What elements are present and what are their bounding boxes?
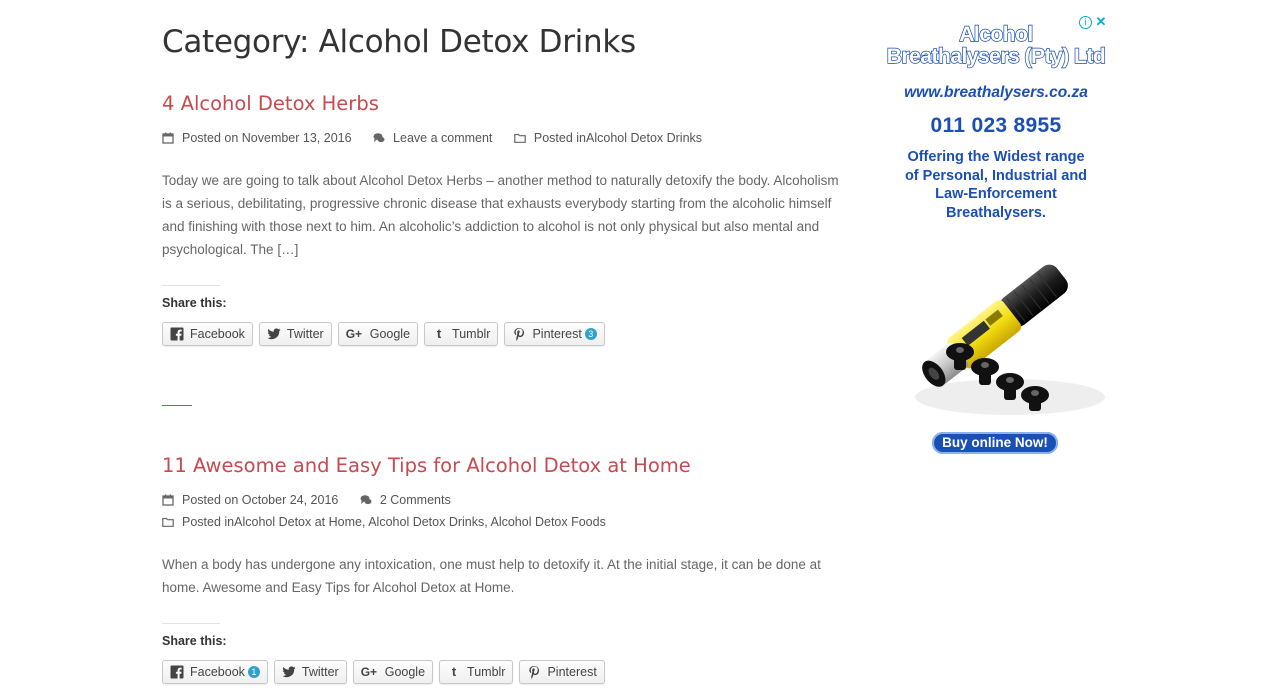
share-section: Share this: Facebook Twitter G+ Google t…: [162, 285, 852, 346]
posted-in-label: Posted in: [533, 131, 587, 145]
share-buttons: Facebook Twitter G+ Google t Tumblr Pint…: [162, 322, 852, 346]
google-plus-icon: G+: [360, 665, 378, 679]
comments-icon: [360, 494, 372, 506]
post-meta: Posted on October 24, 2016 2 Comments: [162, 489, 852, 511]
share-tumblr-button[interactable]: t Tumblr: [424, 322, 499, 346]
share-twitter-button[interactable]: Twitter: [258, 322, 332, 346]
post-date-link[interactable]: Posted on November 13, 2016: [182, 127, 352, 149]
facebook-label: Facebook: [190, 665, 245, 679]
share-twitter-button[interactable]: Twitter: [273, 660, 347, 684]
ad-brand-line: Alcohol: [959, 23, 1034, 46]
ad-buy-now-button[interactable]: Buy online Now!: [932, 432, 1058, 454]
share-google-button[interactable]: G+ Google: [352, 660, 434, 684]
post-title-link[interactable]: 11 Awesome and Easy Tips for Alcohol Det…: [162, 454, 852, 477]
post-date: Posted on November 13, 2016: [162, 127, 352, 149]
google-label: Google: [384, 665, 426, 679]
post-date-link[interactable]: Posted on October 24, 2016: [182, 489, 338, 511]
pinterest-label: Pinterest: [547, 665, 597, 679]
twitter-icon: [282, 665, 296, 679]
ad-url: www.breathalysers.co.za: [904, 84, 1088, 101]
facebook-icon: [170, 665, 184, 679]
sidebar-ad[interactable]: i ✕ Alcohol Breathalysers (Pty) Ltd www.…: [880, 12, 1112, 458]
share-facebook-button[interactable]: Facebook: [162, 322, 253, 346]
post-categories: Posted in Alcohol Detox Drinks: [514, 127, 702, 149]
share-buttons: Facebook 1 Twitter G+ Google t Tumblr Pi…: [162, 660, 852, 684]
share-pinterest-button[interactable]: Pinterest: [519, 660, 605, 684]
leave-comment-link[interactable]: Leave a comment: [393, 127, 492, 149]
share-tumblr-button[interactable]: t Tumblr: [439, 660, 514, 684]
post-excerpt: When a body has undergone any intoxicati…: [162, 557, 821, 595]
post-comments: 2 Comments: [360, 489, 451, 511]
tumblr-label: Tumblr: [452, 327, 491, 341]
post-divider: [162, 405, 192, 406]
pinterest-label: Pinterest: [532, 327, 582, 341]
ad-offer-line: of Personal, Industrial and: [904, 167, 1088, 184]
breathalyser-product-image: [915, 264, 1105, 415]
page-title: Category: Alcohol Detox Drinks: [162, 24, 636, 60]
ad-offer-line: Breathalysers.: [946, 204, 1046, 221]
twitter-label: Twitter: [286, 327, 324, 341]
post-excerpt: Today we are going to talk about Alcohol…: [162, 173, 839, 257]
post: 4 Alcohol Detox Herbs Posted on November…: [162, 92, 852, 346]
share-pinterest-button[interactable]: Pinterest 3: [504, 322, 605, 346]
ad-offer: Offering the Widest range of Personal, I…: [880, 148, 1112, 222]
share-rule: [162, 285, 220, 286]
share-rule: [162, 623, 220, 624]
tumblr-label: Tumblr: [467, 665, 506, 679]
calendar-icon: [162, 132, 174, 144]
twitter-label: Twitter: [301, 665, 339, 679]
tumblr-icon: t: [451, 664, 457, 679]
post-meta-categories: Posted in Alcohol Detox at Home, Alcohol…: [162, 511, 852, 533]
ad-brand-line: Breathalysers (Pty) Ltd: [886, 45, 1106, 68]
comments-icon: [373, 132, 385, 144]
ad-phone: 011 023 8955: [930, 114, 1062, 137]
google-plus-icon: G+: [345, 327, 363, 341]
category-links[interactable]: Alcohol Detox at Home, Alcohol Detox Dri…: [234, 511, 606, 533]
share-title: Share this:: [162, 634, 227, 648]
tumblr-icon: t: [436, 326, 442, 341]
pinterest-icon: [512, 327, 526, 341]
share-google-button[interactable]: G+ Google: [337, 322, 419, 346]
post: 11 Awesome and Easy Tips for Alcohol Det…: [162, 454, 852, 684]
post-categories: Posted in Alcohol Detox at Home, Alcohol…: [162, 511, 606, 533]
comments-link[interactable]: 2 Comments: [380, 489, 451, 511]
ad-brand: Alcohol Breathalysers (Pty) Ltd: [880, 23, 1112, 68]
calendar-icon: [162, 494, 174, 506]
ad-offer-line: Offering the Widest range: [907, 149, 1085, 165]
facebook-label: Facebook: [190, 327, 245, 341]
folder-icon: [514, 132, 526, 144]
post-date: Posted on October 24, 2016: [162, 489, 338, 511]
facebook-icon: [170, 327, 184, 341]
twitter-icon: [267, 327, 281, 341]
pinterest-icon: [527, 665, 541, 679]
share-facebook-button[interactable]: Facebook 1: [162, 660, 268, 684]
share-count-badge: 3: [584, 328, 597, 340]
post-comments: Leave a comment: [373, 127, 492, 149]
google-label: Google: [369, 327, 411, 341]
category-link[interactable]: Alcohol Detox Drinks: [586, 127, 702, 149]
share-section: Share this: Facebook 1 Twitter G+ Google…: [162, 623, 852, 684]
folder-icon: [162, 516, 174, 528]
share-count-badge: 1: [247, 666, 260, 678]
posted-in-label: Posted in: [182, 515, 235, 529]
ad-offer-line: Law-Enforcement: [935, 186, 1057, 202]
post-meta: Posted on November 13, 2016 Leave a comm…: [162, 127, 852, 149]
share-title: Share this:: [162, 296, 227, 310]
post-title-link[interactable]: 4 Alcohol Detox Herbs: [162, 92, 852, 115]
